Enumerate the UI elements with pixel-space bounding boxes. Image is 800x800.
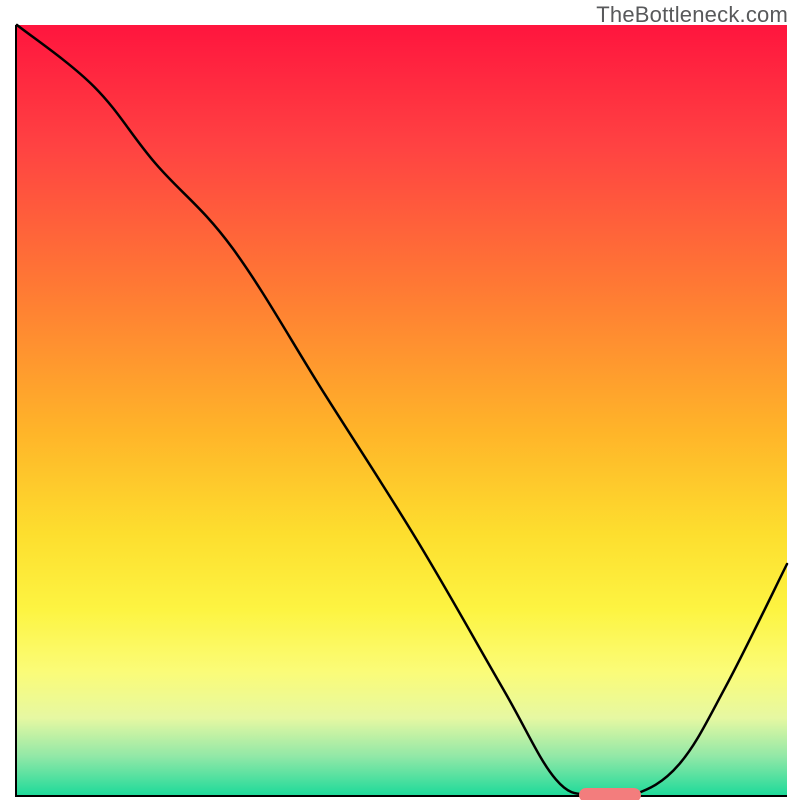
optimal-marker [579, 788, 641, 800]
bottleneck-curve [17, 25, 787, 798]
curve-svg [17, 25, 787, 795]
chart-container: TheBottleneck.com [0, 0, 800, 800]
plot-area [15, 25, 787, 797]
